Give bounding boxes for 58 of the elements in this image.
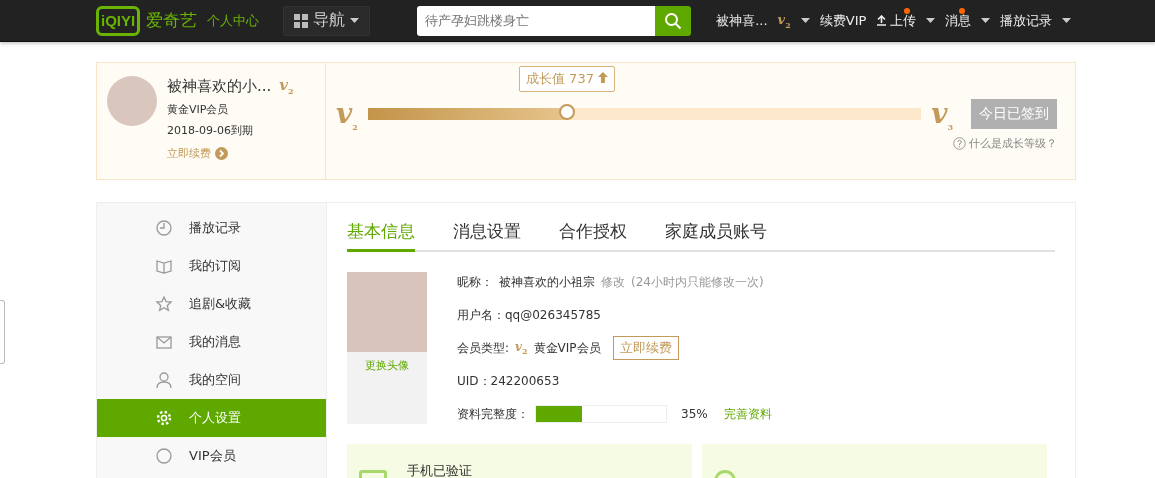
clock-icon [155, 219, 173, 237]
membership-label: 黄金VIP会员 [167, 102, 230, 117]
person-icon [155, 371, 173, 389]
nav-button[interactable]: 导航 [283, 5, 371, 36]
card-title: 手机已验证 [407, 462, 472, 478]
caret-icon [800, 17, 810, 24]
level-label: v$_{2}$ [777, 11, 791, 30]
user-name: 被神喜欢的小... [167, 76, 272, 96]
completeness-reading: 35% [681, 407, 708, 421]
level-label: v$_{3}$ [931, 97, 953, 130]
tab[interactable]: 消息设置 [453, 203, 521, 252]
logo[interactable]: iQIYI [96, 5, 141, 36]
section-title: 个人中心 [207, 11, 260, 30]
username: 用户名：qq@026345785 [457, 306, 601, 324]
level-label: v$_{2}$ [336, 97, 358, 130]
up-arrow-icon [598, 72, 609, 84]
sidebar-item[interactable]: 我的消息 [97, 323, 326, 361]
upload-icon [876, 15, 888, 26]
search-icon [664, 11, 683, 30]
gear-icon [155, 409, 173, 427]
star-icon [155, 295, 173, 313]
mail-icon [155, 333, 173, 351]
growth-value-tooltip: 成长值 737 [519, 66, 616, 93]
nickname: 被神喜欢的小祖宗 [499, 273, 595, 291]
sidebar-item[interactable]: 我的订阅 [97, 247, 326, 285]
nav-link[interactable]: 续费VIP [819, 11, 867, 30]
caret-icon [1062, 17, 1072, 24]
caret-icon [981, 17, 991, 24]
sidebar-item[interactable]: VIP会员 [97, 437, 326, 475]
caret-icon [926, 17, 936, 24]
level-label: v$_{2}$ [279, 76, 294, 96]
help-link[interactable]: 什么是成长等级？ [953, 135, 1057, 151]
field-label: 资料完整度： [457, 405, 529, 423]
brand-name: 爱奇艺 [146, 9, 198, 32]
nav-link[interactable]: 上传 [876, 11, 917, 30]
avatar-placeholder [107, 76, 157, 126]
tab[interactable]: 家庭成员账号 [665, 203, 767, 252]
progress-marker [559, 104, 576, 121]
sidebar-item[interactable]: 追剧&收藏 [97, 285, 326, 323]
level-label: v$_{2}$ [515, 339, 528, 357]
member-type: 黄金VIP会员 [533, 339, 601, 357]
nav-link[interactable]: 播放记录 [1000, 11, 1053, 30]
search-button[interactable] [655, 5, 692, 36]
uid: UID：242200653 [457, 372, 560, 390]
tab[interactable]: 合作授权 [559, 203, 627, 252]
grid-icon [294, 13, 309, 28]
expiry-date: 2018-09-06到期 [167, 123, 254, 138]
sidebar-item[interactable]: 我的空间 [97, 361, 326, 399]
sidebar-item[interactable]: 播放记录 [97, 209, 326, 247]
user-menu[interactable]: 被神喜... [716, 11, 768, 30]
caret-icon [350, 17, 360, 24]
field-label: 会员类型: [457, 339, 510, 357]
help-icon [953, 136, 966, 150]
chevron-icon [215, 147, 228, 160]
edit-note: (24小时内只能修改一次) [631, 273, 764, 291]
nav-link[interactable]: 消息 [945, 11, 972, 30]
book-icon [155, 257, 173, 275]
field-label: 昵称： [457, 273, 493, 291]
